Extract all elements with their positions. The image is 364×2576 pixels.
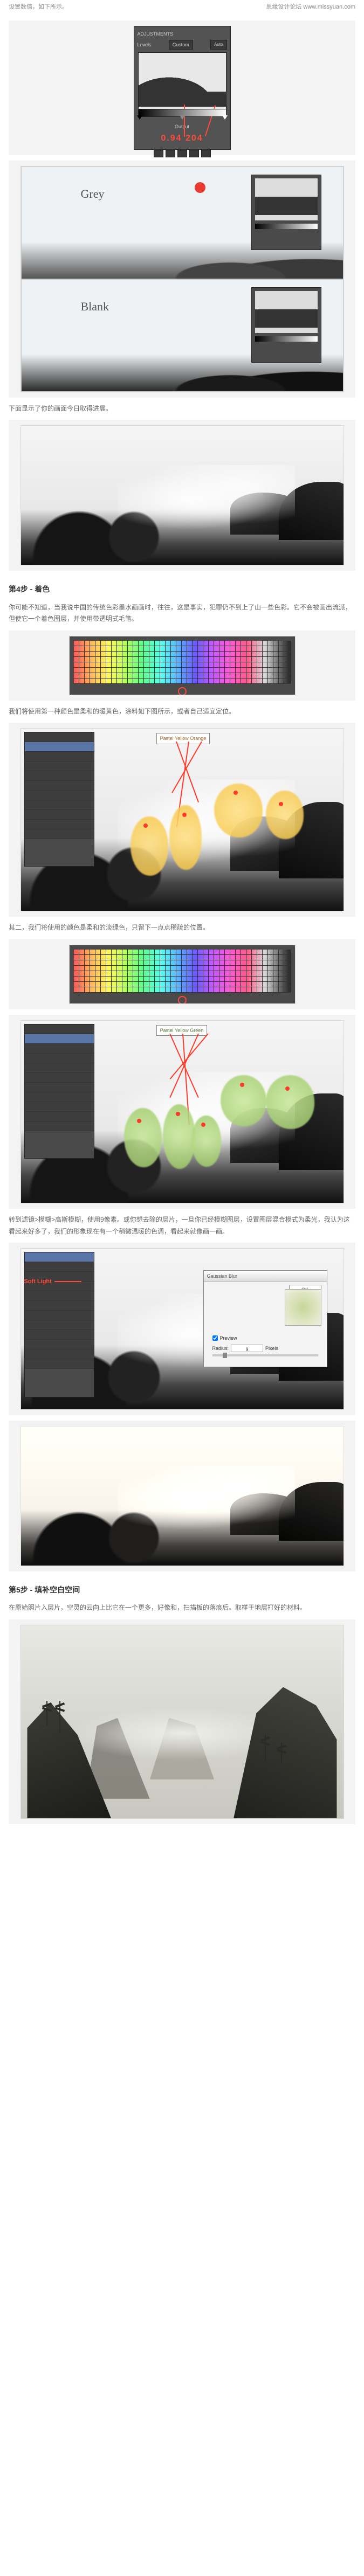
paint-blob xyxy=(266,791,304,839)
panel-footer-button[interactable] xyxy=(166,150,175,157)
step4-title: 第4步 - 着色 xyxy=(9,583,355,596)
swatch-grid[interactable] xyxy=(74,950,291,993)
radius-unit: Pixels xyxy=(265,1344,278,1353)
mountain-image xyxy=(20,1426,344,1566)
arrow-icon xyxy=(54,1281,81,1282)
paint-blob xyxy=(124,1108,162,1167)
site-credit: 思缘设计论坛 www.missyuan.com xyxy=(266,2,355,13)
paint-blob xyxy=(214,784,263,837)
grey-point-slider[interactable] xyxy=(180,115,185,120)
figure-softlight: Soft Light Gaussian Blur OK Cancel Previ… xyxy=(9,1243,355,1415)
figure-progress xyxy=(9,420,355,571)
levels-white-value: 204 xyxy=(186,134,203,143)
layers-panel[interactable] xyxy=(24,732,94,867)
radius-label: Radius: xyxy=(212,1344,229,1353)
panel-footer-button[interactable] xyxy=(177,150,187,157)
blur-preview xyxy=(285,1289,321,1326)
panel-footer-button[interactable] xyxy=(189,150,199,157)
grey-label: Grey xyxy=(81,183,105,205)
blank-variant: Blank xyxy=(21,279,344,392)
figure-after-softlight xyxy=(9,1421,355,1571)
selected-swatch-icon xyxy=(178,996,187,1004)
radius-input[interactable]: 9 xyxy=(231,1345,263,1352)
color-name-label: Pastel Yellow Green xyxy=(156,1025,208,1036)
color-name-label: Pastel Yellow Orange xyxy=(156,733,210,744)
figure-swatch-2 xyxy=(9,939,355,1009)
selected-swatch-icon xyxy=(178,687,187,695)
paint-blob xyxy=(266,1075,314,1129)
softlight-demo: Soft Light Gaussian Blur OK Cancel Previ… xyxy=(20,1248,344,1410)
paint-blob xyxy=(191,1116,221,1167)
layers-panel[interactable] xyxy=(24,1024,94,1159)
swatches-panel[interactable] xyxy=(69,945,296,1004)
colorize-green: Pastel Yellow Green xyxy=(20,1020,344,1203)
auto-button[interactable]: Auto xyxy=(210,40,226,50)
step4-p4: 转到滤镜>模糊>高斯模糊，使用9像素。或你想去除的层片，一旦你已经模糊图层，设置… xyxy=(9,1214,355,1237)
figure-final-art xyxy=(9,1619,355,1824)
figure-swatch-1 xyxy=(9,631,355,701)
panel-footer-button[interactable] xyxy=(154,150,163,157)
marker-dot-icon xyxy=(195,182,205,193)
caption: 下面显示了你的画面今日取得进展。 xyxy=(9,403,355,415)
mini-levels-panel xyxy=(251,287,321,363)
intro-line: 设置数值，如下所示。 xyxy=(9,2,68,13)
swatch-grid[interactable] xyxy=(74,641,291,684)
preview-label: Preview xyxy=(220,1334,237,1342)
step4-p2: 我们将使用第一种颜色是柔和的暖黄色，涂料如下图所示，或者自己适宜定位。 xyxy=(9,706,355,718)
preview-checkbox[interactable] xyxy=(212,1335,218,1341)
colorize-yellow: Pastel Yellow Orange xyxy=(20,728,344,911)
output-label: Output xyxy=(138,122,227,131)
figure-grey-blank: Grey Blank xyxy=(9,161,355,398)
panel-footer-button[interactable] xyxy=(201,150,211,157)
step4-p3: 其二，我们将使用的颜色是柔和的淡绿色，只留下一点点稀疏的位置。 xyxy=(9,922,355,934)
preset-label: Levels xyxy=(138,40,152,49)
dialog-title: Gaussian Blur xyxy=(204,1271,327,1282)
white-point-slider[interactable] xyxy=(222,115,228,120)
mountain-image xyxy=(20,425,344,565)
mini-levels-panel xyxy=(251,175,321,250)
gaussian-blur-dialog: Gaussian Blur OK Cancel Preview Radius: … xyxy=(203,1270,327,1367)
radius-slider[interactable] xyxy=(223,1353,227,1358)
blend-mode-callout: Soft Light xyxy=(24,1277,52,1287)
blank-label: Blank xyxy=(81,296,109,317)
histogram[interactable] xyxy=(138,52,226,117)
layers-panel[interactable] xyxy=(24,1252,94,1397)
figure-levels: ADJUSTMENTS Levels Custom Auto Output 0.… xyxy=(9,20,355,155)
figure-colorize-yellow: Pastel Yellow Orange xyxy=(9,723,355,917)
figure-colorize-green: Pastel Yellow Green xyxy=(9,1015,355,1209)
preset-value[interactable]: Custom xyxy=(169,40,193,50)
step4-intro: 你可能不知道，当我说中国的传统色彩墨水画画时，往往，这是事实，犯罪仍不到上了山一… xyxy=(9,602,355,625)
grey-variant: Grey xyxy=(21,167,344,279)
step5-intro: 在原始照片入层片，空灵的云向上比它在一个更多，好像和，扫描板的落痕后。取样于地层… xyxy=(9,1602,355,1614)
step5-title: 第5步 - 填补空白空间 xyxy=(9,1583,355,1597)
levels-gamma-value: 0.94 xyxy=(161,134,182,143)
levels-panel: ADJUSTMENTS Levels Custom Auto Output 0.… xyxy=(134,26,231,150)
black-point-slider[interactable] xyxy=(137,115,142,120)
paint-blob xyxy=(131,816,168,876)
ink-painting xyxy=(20,1625,344,1819)
panel-title: ADJUSTMENTS xyxy=(138,30,174,38)
swatches-panel[interactable] xyxy=(69,636,296,695)
